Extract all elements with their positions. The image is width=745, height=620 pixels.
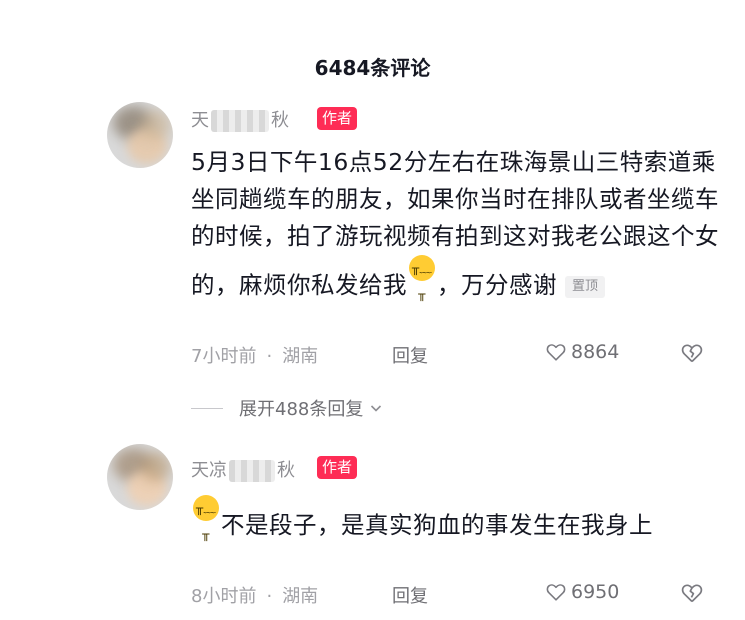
like-count: 6950 (571, 581, 620, 603)
blurred-username (211, 110, 269, 132)
reply-button[interactable]: 回复 (392, 342, 428, 368)
reply-button[interactable]: 回复 (392, 582, 428, 608)
username[interactable]: 天秋 (191, 106, 289, 132)
avatar[interactable] (107, 102, 173, 168)
heart-outline-icon (546, 584, 566, 601)
chevron-down-icon (371, 405, 382, 412)
comment-meta: 7小时前 · 湖南 (191, 346, 319, 367)
comment-text[interactable]: ╥﹏╥ 不是段子，是真实狗血的事发生在我身上 (191, 495, 711, 544)
avatar[interactable] (107, 444, 173, 510)
comment-meta: 8小时前 · 湖南 (191, 586, 319, 607)
broken-heart-icon[interactable] (680, 341, 704, 365)
crying-face-icon: ╥﹏╥ (193, 495, 219, 541)
like-count: 8864 (571, 341, 620, 363)
like-button[interactable]: 8864 (545, 341, 619, 363)
expand-replies-button[interactable]: 展开488条回复 (191, 395, 383, 421)
author-tag: 作者 (317, 107, 358, 130)
comments-count-title: 6484条评论 (314, 56, 431, 80)
pinned-badge: 置顶 (565, 276, 606, 298)
author-tag: 作者 (317, 456, 358, 479)
like-button[interactable]: 6950 (545, 581, 619, 603)
blurred-username (229, 460, 275, 482)
crying-face-icon: ╥﹏╥ (409, 255, 435, 301)
broken-heart-icon[interactable] (680, 581, 704, 605)
comment-text[interactable]: 5月3日下午16点52分左右在珠海景山三特索道乘坐同趟缆车的朋友，如果你当时在排… (191, 144, 721, 304)
heart-outline-icon (546, 344, 566, 361)
divider (191, 407, 223, 409)
username[interactable]: 天凉秋 (191, 456, 295, 482)
